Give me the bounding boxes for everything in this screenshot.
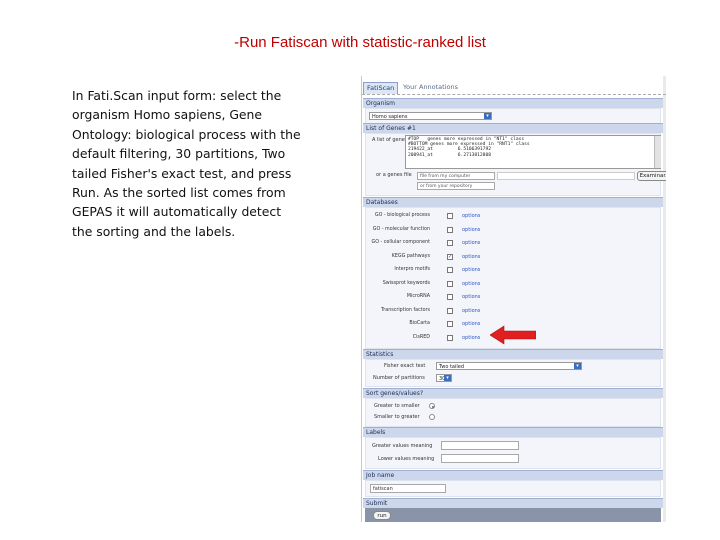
sort-section: Greater to smaller Smaller to greater	[365, 398, 661, 427]
red-arrow-icon	[490, 325, 536, 345]
database-row: Swissprot keywords options	[366, 278, 660, 291]
slide-title: -Run Fatiscan with statistic-ranked list	[234, 34, 486, 51]
options-link[interactable]: options	[462, 240, 480, 246]
radio-dot	[431, 405, 434, 408]
database-checkbox[interactable]	[447, 321, 453, 327]
run-button[interactable]: run	[373, 511, 391, 520]
database-name: BioCarta	[409, 321, 430, 326]
statistics-section: Fisher exact test Two tailed ▾ Number of…	[365, 359, 661, 387]
gene-list-textarea[interactable]: #TOP genes more expressed in "NT1" class…	[405, 135, 661, 169]
database-row: Interpro motifs options	[366, 264, 660, 277]
gene-file-input[interactable]: file from my computer	[417, 172, 495, 180]
scrollbar-edge	[663, 76, 666, 522]
options-link[interactable]: options	[462, 294, 480, 300]
database-checkbox[interactable]	[447, 280, 453, 287]
repository-placeholder: or from your repository	[420, 184, 473, 189]
chevron-down-icon: ▾	[574, 363, 581, 369]
database-name: Swissprot keywords	[382, 280, 430, 286]
job-name-input[interactable]: fatiscan	[370, 484, 446, 493]
higher-values-input[interactable]	[441, 441, 519, 450]
options-link[interactable]: options	[462, 213, 480, 219]
database-checkbox[interactable]	[447, 226, 453, 233]
slide-description: In Fati.Scan input form: select the orga…	[72, 88, 301, 239]
database-row: GO - biological process options	[366, 210, 660, 223]
database-name: KEGG pathways	[391, 253, 430, 259]
job-name-section-header: Job name	[363, 470, 663, 480]
genes-section-header: List of Genes #1	[363, 123, 663, 133]
tab-bar: FatiScan Your Annotations	[362, 82, 666, 95]
lower-values-label: Lower values meaning	[378, 456, 435, 462]
submit-section: run	[365, 508, 661, 522]
higher-values-label: Greater values meaning	[372, 443, 433, 449]
gene-file-label: or a genes file	[376, 172, 412, 178]
tab-your-annotations[interactable]: Your Annotations	[400, 82, 461, 93]
genes-section: A list of genes #TOP genes more expresse…	[365, 133, 666, 196]
chevron-down-icon: ▾	[484, 113, 491, 119]
browse-button[interactable]: Examinar...	[637, 171, 666, 181]
organism-section-header: Organism	[363, 98, 663, 108]
labels-section-header: Labels	[363, 427, 663, 437]
greater-to-smaller-radio[interactable]	[429, 403, 435, 409]
greater-to-smaller-label: Greater to smaller	[374, 403, 420, 409]
database-name: Interpro motifs	[394, 267, 430, 272]
chevron-down-icon: ▾	[444, 375, 451, 381]
database-name: CisRED	[412, 334, 430, 340]
smaller-to-greater-radio[interactable]	[429, 414, 435, 420]
labels-section: Greater values meaning Lower values mean…	[365, 437, 661, 469]
database-checkbox[interactable]	[447, 267, 453, 273]
fisher-test-select[interactable]: Two tailed ▾	[436, 362, 582, 370]
database-checkbox[interactable]	[447, 334, 453, 341]
gene-list-label: A list of genes	[372, 137, 408, 143]
organism-section: Homo sapiens ▾	[365, 108, 661, 124]
options-link[interactable]: options	[462, 254, 480, 260]
options-link[interactable]: options	[462, 335, 480, 341]
databases-section-header: Databases	[363, 197, 663, 207]
partitions-label: Number of partitions	[373, 375, 425, 381]
options-link[interactable]: options	[462, 267, 480, 273]
partitions-select[interactable]: 30 ▾	[436, 374, 452, 382]
database-row: Transcription factors options	[366, 305, 660, 318]
tab-fatiscan[interactable]: FatiScan	[363, 82, 399, 94]
gene-line: 200941_at 6.2713812808	[408, 152, 491, 158]
lower-values-input[interactable]	[441, 454, 519, 463]
database-row: GO - molecular function options	[366, 224, 660, 237]
statistics-section-header: Statistics	[363, 349, 663, 359]
sort-section-header: Sort genes/values?	[363, 388, 663, 398]
options-link[interactable]: options	[462, 227, 480, 233]
database-name: Transcription factors	[381, 307, 430, 313]
database-row: GO - cellular component options	[366, 237, 660, 250]
database-name: GO - biological process	[374, 213, 430, 218]
file-path-field[interactable]	[497, 172, 635, 180]
database-checkbox-checked[interactable]: ✓	[447, 253, 453, 260]
fatiscan-screenshot: FatiScan Your Annotations Organism Homo …	[361, 76, 666, 522]
database-checkbox[interactable]	[447, 294, 453, 300]
database-checkbox[interactable]	[447, 307, 453, 314]
organism-selected-value: Homo sapiens	[372, 114, 408, 120]
database-name: GO - molecular function	[372, 226, 430, 232]
database-checkbox[interactable]	[447, 240, 453, 246]
job-name-value: fatiscan	[373, 486, 393, 492]
organism-select[interactable]: Homo sapiens ▾	[369, 112, 492, 120]
database-row: KEGG pathways ✓ options	[366, 251, 660, 264]
job-name-section: fatiscan	[365, 480, 661, 497]
gene-list-scrollbar[interactable]	[654, 136, 661, 168]
options-link[interactable]: options	[462, 321, 480, 327]
database-row: MicroRNA options	[366, 291, 660, 304]
options-link[interactable]: options	[462, 308, 480, 314]
database-name: MicroRNA	[406, 294, 430, 299]
options-link[interactable]: options	[462, 281, 480, 287]
submit-section-header: Submit	[363, 498, 663, 508]
repository-input[interactable]: or from your repository	[417, 182, 495, 190]
smaller-to-greater-label: Smaller to greater	[374, 414, 420, 420]
fisher-test-label: Fisher exact test	[384, 363, 426, 369]
gene-file-placeholder: file from my computer	[420, 174, 471, 179]
database-checkbox[interactable]	[447, 213, 453, 219]
database-name: GO - cellular component	[371, 240, 430, 245]
fisher-test-value: Two tailed	[439, 364, 465, 370]
